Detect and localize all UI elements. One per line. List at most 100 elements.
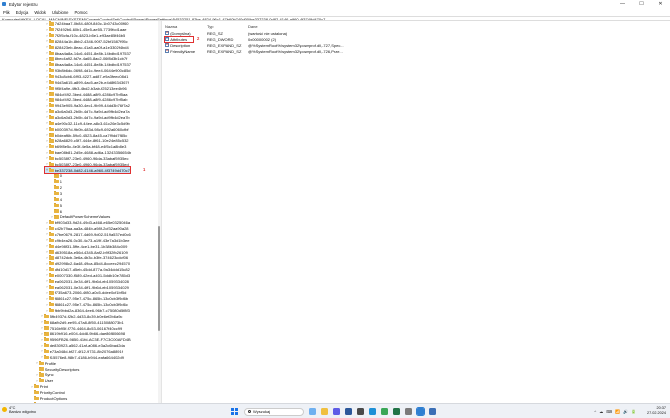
tree-node-label: bc5038f7-23e0-4960-96da-33abaf5935ed xyxy=(54,161,129,167)
tree-node-label: Profile xyxy=(44,360,57,366)
menu-favorites[interactable]: Ulubione xyxy=(52,10,69,15)
tree-node-label: a3c6a0d3-2b0b-4d7c-9a9d-ad9fb4d2ea7b xyxy=(54,114,130,120)
terminal-icon[interactable] xyxy=(405,408,412,415)
tree-node-label: 6 xyxy=(59,208,62,214)
regedit-app-icon xyxy=(2,2,6,6)
edge-icon[interactable] xyxy=(369,408,376,415)
tree-node-label: 3 xyxy=(59,191,62,197)
menu-view[interactable]: Widok xyxy=(34,10,46,15)
registry-tree[interactable]: › 7d24baa7-0b84-480f-840c-1b0743c00f60 › 7f… xyxy=(0,21,160,403)
window-controls: — ☐ ✕ xyxy=(613,0,670,8)
tree-node-label: DefaultPowerSchemeValues xyxy=(59,214,111,220)
folder-icon xyxy=(49,138,54,143)
close-button[interactable]: ✕ xyxy=(651,0,670,8)
tree-node-label: 7516b95f-f776-4464-8c53-06167f40cc99 xyxy=(49,325,123,331)
folder-icon xyxy=(54,196,59,202)
folder-icon xyxy=(49,150,54,155)
tree-node-label: 5 xyxy=(59,202,62,208)
folder-icon xyxy=(49,27,54,32)
tree-node-label: PriorityControl xyxy=(39,389,66,395)
folder-icon xyxy=(39,366,44,371)
tree-node-label: f8861c27-95e7-475c-865b-13c0cb3f9d6c xyxy=(54,302,128,308)
tree-node-label: 1 xyxy=(59,179,62,185)
tree-node-label: 7f2492b6-60b1-45e5-ae55-7739fcd1aae xyxy=(54,27,127,33)
folder-icon xyxy=(49,226,54,231)
clock[interactable]: 20:37 27.02.2024 xyxy=(647,406,666,416)
weather-widget[interactable]: 4°C Bardzo wilgotno xyxy=(2,406,36,415)
folder-icon xyxy=(49,97,54,102)
folder-icon xyxy=(49,103,54,108)
menu-help[interactable]: Pomoc xyxy=(75,10,88,15)
values-list[interactable]: Nazwa Typ Dane ab (Domyślna) REG_SZ (war… xyxy=(162,21,670,403)
teams-icon[interactable] xyxy=(333,408,340,415)
folder-icon xyxy=(49,21,54,26)
wifi-icon[interactable]: 📶 xyxy=(615,409,620,414)
tree-node-label: c9b4ea26-0c30-4c73-a19f-43e7a3d1b3ee xyxy=(54,237,130,243)
tree-node-label: bf903d33-9d24-49d3-a468-e65e0325046a xyxy=(54,220,131,226)
menu-file[interactable]: Plik xyxy=(3,10,10,15)
tree-node-label: c42b79aa-aa3a-484b-a98f-2cf32aa90a28 xyxy=(54,226,129,232)
task-view-icon[interactable] xyxy=(309,408,316,415)
tree-node-label: Sync xyxy=(44,372,54,378)
folder-icon xyxy=(44,343,49,348)
tree-node-label: bae08b81-2d5e-4688-ad6a-13243356654b xyxy=(54,150,132,156)
string-value-icon: ab xyxy=(165,43,169,47)
tree-node-label: 94d3a615-a899-4ac5-ae2b-e4d8f634367f xyxy=(54,79,129,85)
chrome-icon[interactable] xyxy=(381,408,388,415)
file-explorer-icon[interactable] xyxy=(321,408,328,415)
tray-overflow-icon[interactable]: ^ xyxy=(594,409,596,414)
folder-icon xyxy=(49,272,54,278)
tree-node-label: 93b8b6dc-0698-4d1c-9ee4-0644e900c85d xyxy=(54,68,131,74)
tree-node-label: d4e98f31-5ffe-4ce1-be31-1b38b384c009 xyxy=(54,243,128,249)
onedrive-icon[interactable]: ☁ xyxy=(599,409,603,414)
taskbar-search[interactable]: Wyszukaj xyxy=(244,407,304,416)
value-type: REG_DWORD xyxy=(207,36,234,42)
folder-icon xyxy=(49,120,54,125)
folder-icon xyxy=(54,185,59,190)
tree-node-label: 0 xyxy=(59,173,62,179)
menu-edit[interactable]: Edycja xyxy=(16,10,29,15)
regedit-taskbar-icon[interactable] xyxy=(416,407,425,416)
weather-desc: Bardzo wilgotno xyxy=(9,409,37,414)
word-icon[interactable] xyxy=(345,408,352,415)
column-header-type[interactable]: Typ xyxy=(207,24,213,29)
tree-node-label: 9596FB26-9850-41fd-AC3E-F7C3C00AFD4B xyxy=(49,337,131,343)
folder-icon xyxy=(49,167,54,172)
tree-node-label: d8742dcb-3e6a-4b3c-b3fe-374623cdcf06 xyxy=(54,255,129,261)
sun-icon xyxy=(2,407,7,413)
folder-icon xyxy=(44,337,49,342)
column-header-data[interactable]: Dane xyxy=(248,24,258,29)
search-placeholder: Wyszukaj xyxy=(253,409,271,414)
folder-icon xyxy=(44,319,49,324)
minimize-button[interactable]: — xyxy=(613,0,632,8)
folder-icon xyxy=(49,74,54,79)
tree-node-label: b69f8e5c-4e3f-4e5a-bf48-e4f5c1a8b8e3 xyxy=(54,144,127,150)
value-name: FriendlyName xyxy=(170,48,196,54)
start-button[interactable] xyxy=(231,408,238,415)
maximize-button[interactable]: ☐ xyxy=(632,0,651,8)
column-header-name[interactable]: Nazwa xyxy=(165,24,177,29)
folder-icon xyxy=(49,155,54,161)
folder-icon xyxy=(49,243,54,248)
volume-icon[interactable]: 🔊 xyxy=(623,409,628,414)
title-bar: Edytor rejestru — ☐ ✕ xyxy=(0,0,670,8)
battery-icon[interactable]: 🔋 xyxy=(631,409,636,414)
keyboard-icon[interactable]: ⌨ xyxy=(606,409,612,414)
excel-icon[interactable] xyxy=(393,408,400,415)
folder-icon xyxy=(54,173,59,178)
folder-icon xyxy=(49,85,54,90)
value-row-friendlyname[interactable]: ab FriendlyName xyxy=(165,48,195,54)
tree-node-label: 2 xyxy=(59,185,62,191)
folder-icon xyxy=(49,278,54,283)
app-icon[interactable] xyxy=(429,408,436,415)
tree-node-label: d639518a-e56d-4345-8af2-b9f32fb26109 xyxy=(54,249,128,255)
folder-icon xyxy=(49,231,54,237)
folder-icon xyxy=(49,255,54,260)
store-icon[interactable] xyxy=(357,408,364,415)
folder-icon xyxy=(44,313,49,319)
folder-icon xyxy=(54,214,59,219)
string-value-icon: ab xyxy=(165,31,169,35)
folder-icon xyxy=(44,331,49,336)
tree-node-label: ProductOptions xyxy=(39,395,68,401)
tree-node-label: f15576e8-98b7-4186-b944-eafa664402d9 xyxy=(49,354,124,360)
